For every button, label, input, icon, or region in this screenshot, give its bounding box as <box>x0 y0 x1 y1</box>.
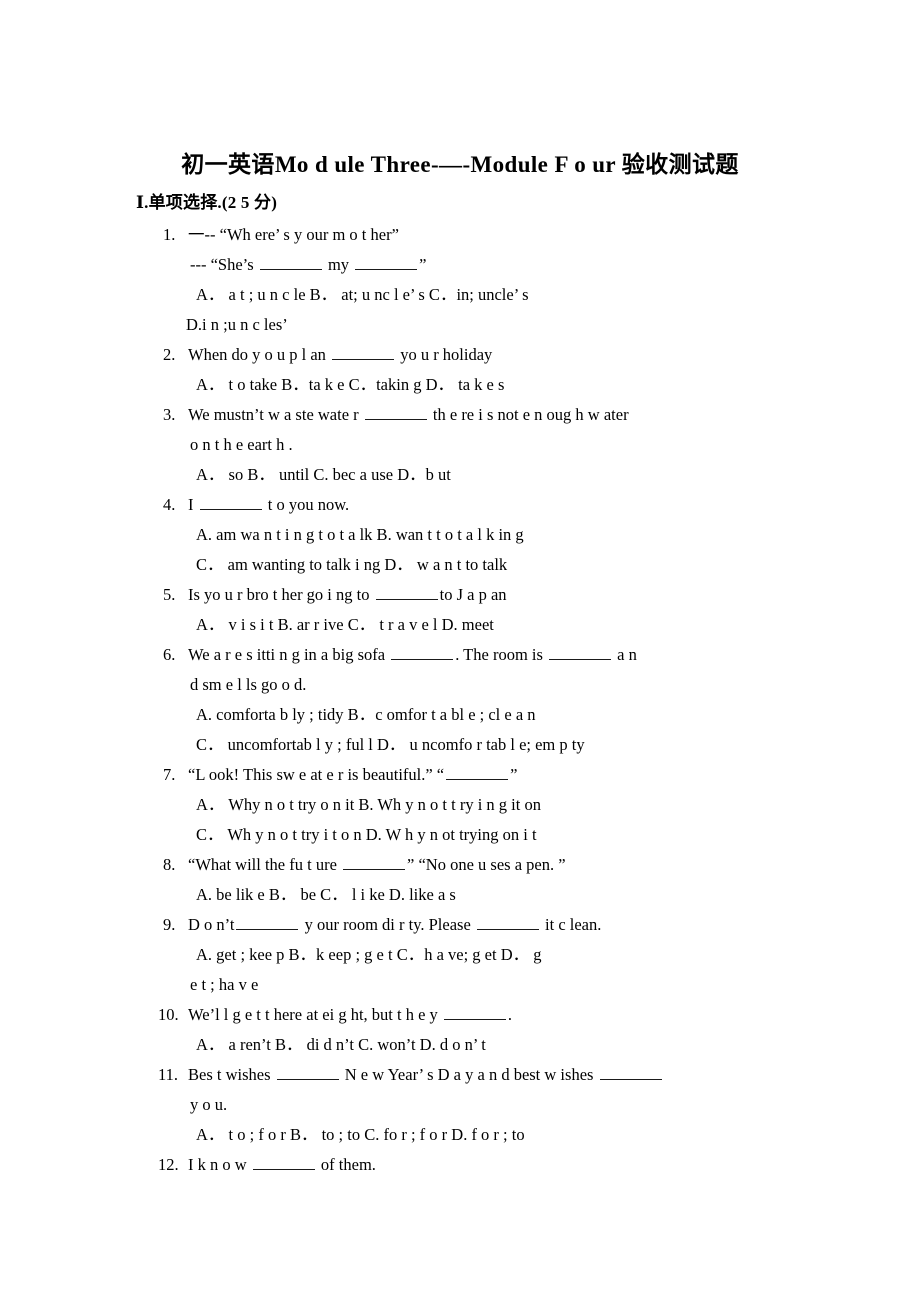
question-text: Bes t wishes N e w Year’ s D a y a n d b… <box>188 1060 664 1090</box>
answer-blank <box>375 586 438 600</box>
question-number: 7. <box>163 765 176 784</box>
question-options: A． a ren’t B． di d n’t C. won’t D. d o n… <box>196 1035 486 1054</box>
question-line: A． a t ; u n c le B． at; u nc l e’ s C．i… <box>0 280 920 310</box>
question-item: 9. D o n’t y our room di r ty. Please it … <box>0 910 920 940</box>
question-line: C． Wh y n o t try i t o n D. W h y n ot … <box>0 820 920 850</box>
document-page: 初一英语Mo d ule Three-—-Module F o ur 验收测试题… <box>0 0 920 1302</box>
question-options: A. am wa n t i n g t o t a lk B. wan t t… <box>196 525 524 544</box>
answer-blank <box>236 916 299 930</box>
question-options: C． am wanting to talk i ng D． w a n t to… <box>196 555 508 574</box>
question-item: 11. Bes t wishes N e w Year’ s D a y a n … <box>0 1060 920 1090</box>
question-line: A． Why n o t try o n it B. Wh y n o t t … <box>0 790 920 820</box>
question-text: We mustn’t w a ste wate r th e re i s no… <box>188 405 629 424</box>
question-options: A． t o ; f o r B． to ; to C. fo r ; f o … <box>196 1125 525 1144</box>
question-item: 4. I t o you now. <box>0 490 920 520</box>
question-item: 10. We’l l g e t t here at ei g ht, but t… <box>0 1000 920 1030</box>
question-number: 2. <box>163 345 176 364</box>
question-line: A. be lik e B． be C． l i ke D. like a s <box>0 880 920 910</box>
question-text: We’l l g e t t here at ei g ht, but t h … <box>188 1005 513 1024</box>
question-number: 12. <box>158 1155 179 1174</box>
question-options: A. get ; kee p B．k eep ; g e t C．h a ve;… <box>196 945 542 964</box>
answer-blank <box>252 1156 315 1170</box>
answer-blank <box>364 406 427 420</box>
question-text: e t ; ha v e <box>190 975 259 994</box>
question-number: 4. <box>163 495 176 514</box>
question-options: A. be lik e B． be C． l i ke D. like a s <box>196 885 456 904</box>
question-line: C． am wanting to talk i ng D． w a n t to… <box>0 550 920 580</box>
question-item: 7. “L ook! This sw e at e r is beautiful.… <box>0 760 920 790</box>
question-item: 2. When do y o u p l an yo u r holiday <box>0 340 920 370</box>
question-item: 8. “What will the fu t ure ” “No one u se… <box>0 850 920 880</box>
answer-blank <box>391 646 454 660</box>
question-line: A． t o take B．ta k e C．takin g D． ta k e… <box>0 370 920 400</box>
question-text: “L ook! This sw e at e r is beautiful.” … <box>188 765 518 784</box>
question-number: 5. <box>163 585 176 604</box>
question-line: A． so B． until C. bec a use D．b ut <box>0 460 920 490</box>
question-options: A． a t ; u n c le B． at; u nc l e’ s C．i… <box>196 285 529 304</box>
question-options: A． Why n o t try o n it B. Wh y n o t t … <box>196 795 541 814</box>
question-item: 3. We mustn’t w a ste wate r th e re i s … <box>0 400 920 430</box>
question-number: 10. <box>158 1005 179 1024</box>
question-options: A. comforta b ly ; tidy B．c omfor t a bl… <box>196 705 536 724</box>
question-text: D.i n ;u n c les’ <box>186 315 288 334</box>
question-list: 1. 一-- “Wh ere’ s y our m o t her” --- “Sh… <box>0 220 920 1180</box>
question-text: --- “She’s my ” <box>190 255 427 274</box>
question-text: I t o you now. <box>188 495 350 514</box>
question-text: D o n’t y our room di r ty. Please it c … <box>188 915 602 934</box>
question-text: We a r e s itti n g in a big sofa . The … <box>188 645 637 664</box>
question-options: A． v i s i t B. ar r ive C． t r a v e l … <box>196 615 494 634</box>
question-options: A． so B． until C. bec a use D．b ut <box>196 465 451 484</box>
question-text: y o u. <box>190 1095 228 1114</box>
question-line: --- “She’s my ” <box>0 250 920 280</box>
question-line: d sm e l ls go o d. <box>0 670 920 700</box>
question-item: 5. Is yo u r bro t her go i ng to to J a … <box>0 580 920 610</box>
question-line: A． v i s i t B. ar r ive C． t r a v e l … <box>0 610 920 640</box>
question-number: 6. <box>163 645 176 664</box>
question-line: C． uncomfortab l y ; ful l D． u ncomfo r… <box>0 730 920 760</box>
question-item: 6. We a r e s itti n g in a big sofa . Th… <box>0 640 920 670</box>
question-number: 8. <box>163 855 176 874</box>
question-item: 12. I k n o w of them. <box>0 1150 920 1180</box>
question-options: A． t o take B．ta k e C．takin g D． ta k e… <box>196 375 505 394</box>
question-number: 9. <box>163 915 176 934</box>
question-text: Is yo u r bro t her go i ng to to J a p … <box>188 585 507 604</box>
answer-blank <box>446 766 509 780</box>
page-title: 初一英语Mo d ule Three-—-Module F o ur 验收测试题 <box>181 152 739 177</box>
answer-blank <box>199 496 262 510</box>
question-line: y o u. <box>0 1090 920 1120</box>
answer-blank <box>355 256 418 270</box>
question-text: 一-- “Wh ere’ s y our m o t her” <box>188 225 399 244</box>
question-number: 11. <box>158 1065 179 1084</box>
question-text: I k n o w of them. <box>188 1155 376 1174</box>
answer-blank <box>343 856 406 870</box>
question-line: A. comforta b ly ; tidy B．c omfor t a bl… <box>0 700 920 730</box>
question-line: A． t o ; f o r B． to ; to C. fo r ; f o … <box>0 1120 920 1150</box>
question-line: e t ; ha v e <box>0 970 920 1000</box>
question-text: d sm e l ls go o d. <box>190 675 307 694</box>
question-text: “What will the fu t ure ” “No one u ses … <box>188 855 566 874</box>
question-line: A. am wa n t i n g t o t a lk B. wan t t… <box>0 520 920 550</box>
answer-blank <box>476 916 539 930</box>
answer-blank <box>332 346 395 360</box>
answer-blank <box>276 1066 339 1080</box>
question-item: 1. 一-- “Wh ere’ s y our m o t her” <box>0 220 920 250</box>
question-number: 3. <box>163 405 176 424</box>
question-line: A. get ; kee p B．k eep ; g e t C．h a ve;… <box>0 940 920 970</box>
question-text: o n t h e eart h . <box>190 435 293 454</box>
question-line: D.i n ;u n c les’ <box>0 310 920 340</box>
question-line: A． a ren’t B． di d n’t C. won’t D. d o n… <box>0 1030 920 1060</box>
question-line: o n t h e eart h . <box>0 430 920 460</box>
answer-blank <box>443 1006 506 1020</box>
question-number: 1. <box>163 225 176 244</box>
answer-blank <box>259 256 322 270</box>
question-options: C． uncomfortab l y ; ful l D． u ncomfo r… <box>196 735 585 754</box>
question-options: C． Wh y n o t try i t o n D. W h y n ot … <box>196 825 537 844</box>
question-text: When do y o u p l an yo u r holiday <box>188 345 493 364</box>
section-header: Ⅰ.单项选择.(2 5 分) <box>136 193 278 212</box>
answer-blank <box>549 646 612 660</box>
answer-blank <box>599 1066 662 1080</box>
